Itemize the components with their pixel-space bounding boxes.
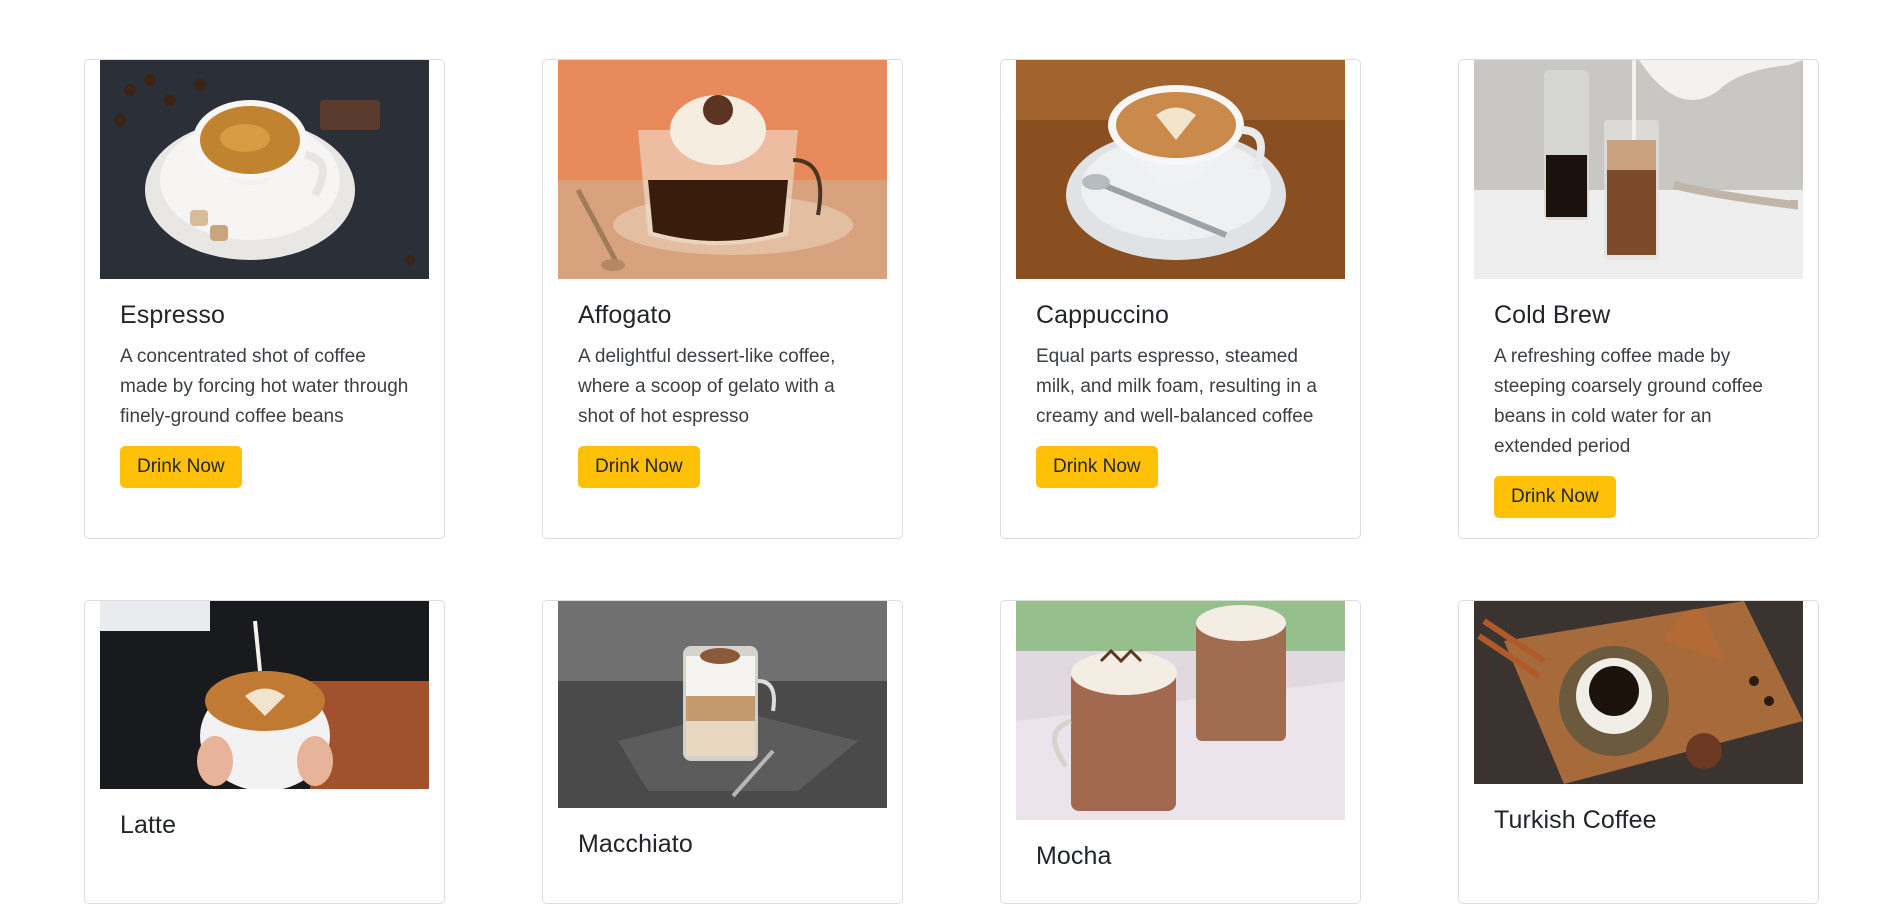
card-title: Cold Brew [1494, 301, 1611, 329]
card-title: Macchiato [578, 830, 693, 858]
mocha-image [1016, 601, 1345, 820]
card-title: Mocha [1036, 842, 1112, 870]
cappuccino-image [1016, 60, 1345, 279]
card-title: Affogato [578, 301, 672, 329]
card-description: Equal parts espresso, steamed milk, and … [1036, 346, 1317, 427]
coffee-card-affogato: Affogato A delightful dessert-like coffe… [542, 59, 903, 539]
drink-now-button[interactable]: Drink Now [1036, 446, 1158, 488]
macchiato-image [558, 601, 887, 808]
coffee-card-turkish-coffee: Turkish Coffee [1458, 600, 1819, 904]
card-title: Latte [120, 811, 177, 839]
cold-brew-image [1474, 60, 1803, 279]
coffee-card-mocha: Mocha [1000, 600, 1361, 904]
drink-now-button[interactable]: Drink Now [578, 446, 700, 488]
drink-now-button[interactable]: Drink Now [1494, 476, 1616, 518]
coffee-card-cold-brew: Cold Brew A refreshing coffee made by st… [1458, 59, 1819, 539]
coffee-card-latte: Latte [84, 600, 445, 904]
coffee-card-macchiato: Macchiato [542, 600, 903, 904]
coffee-card-grid: Espresso A concentrated shot of coffee m… [84, 59, 1819, 904]
card-title: Espresso [120, 301, 226, 329]
coffee-card-cappuccino: Cappuccino Equal parts espresso, steamed… [1000, 59, 1361, 539]
card-description: A concentrated shot of coffee made by fo… [120, 346, 409, 427]
card-title: Cappuccino [1036, 301, 1170, 329]
latte-image [100, 601, 429, 789]
drink-now-button[interactable]: Drink Now [120, 446, 242, 488]
card-description: A delightful dessert-like coffee, where … [578, 346, 836, 427]
turkish-coffee-image [1474, 601, 1803, 784]
card-title: Turkish Coffee [1494, 806, 1657, 834]
coffee-card-espresso: Espresso A concentrated shot of coffee m… [84, 59, 445, 539]
card-description: A refreshing coffee made by steeping coa… [1494, 346, 1763, 457]
espresso-image [100, 60, 429, 279]
affogato-image [558, 60, 887, 279]
